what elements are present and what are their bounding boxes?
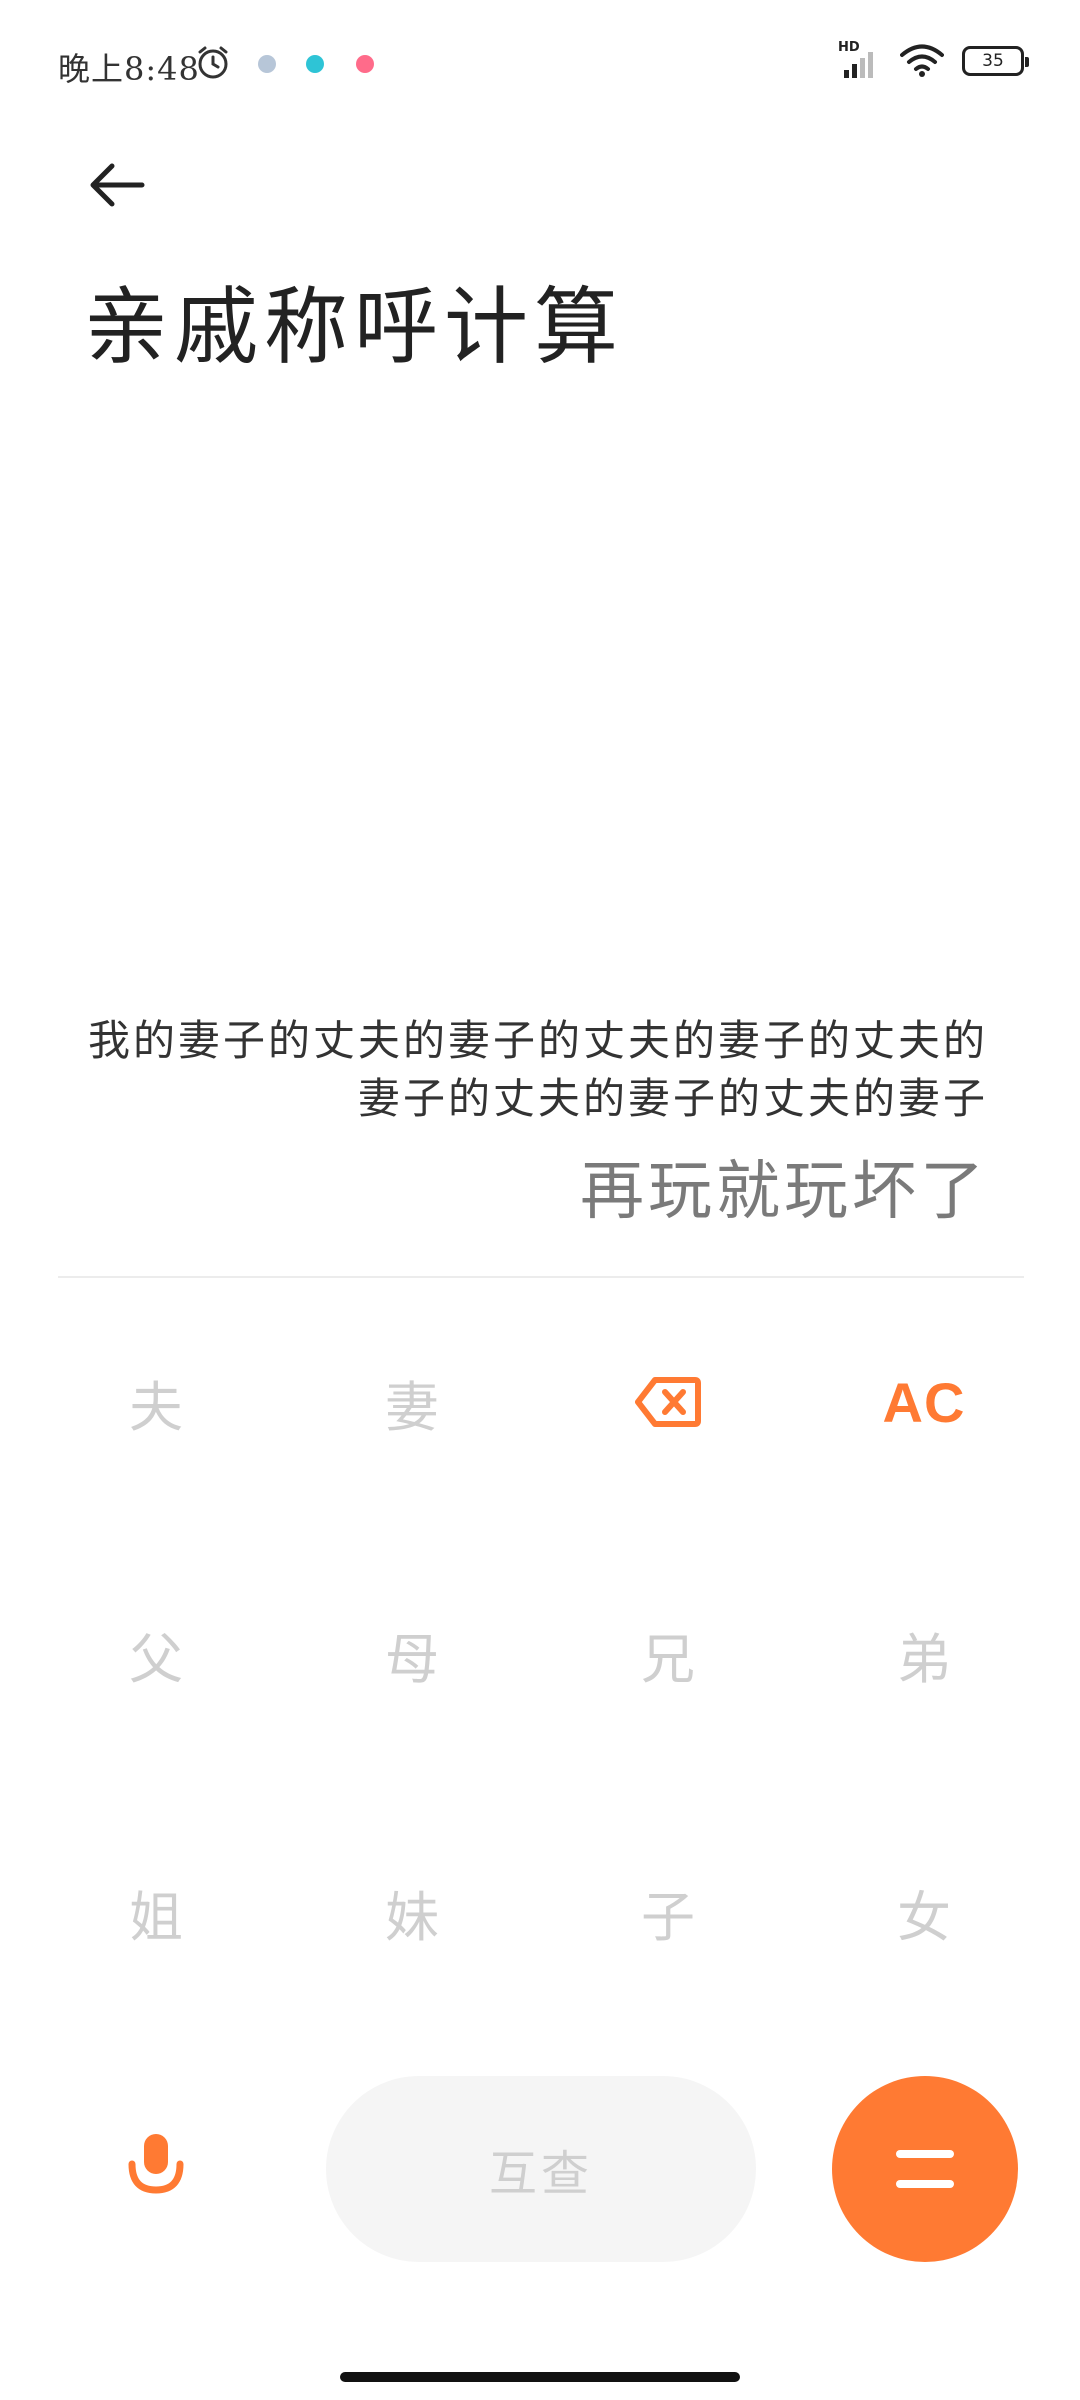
all-clear-button[interactable]: AC bbox=[824, 1342, 1024, 1462]
status-bar: 晚上8:48 HD 35 bbox=[0, 0, 1080, 130]
signal-icon: HD bbox=[838, 40, 882, 80]
key-elder-sister[interactable]: 姐 bbox=[56, 1852, 256, 1972]
notification-icon-3 bbox=[356, 55, 374, 73]
mutual-check-button[interactable]: 互查 bbox=[326, 2076, 756, 2262]
backspace-icon bbox=[635, 1377, 701, 1427]
status-right: HD 35 bbox=[838, 40, 1029, 80]
result-display: 再玩就玩坏了 bbox=[580, 1155, 988, 1229]
notification-icon-1 bbox=[258, 55, 276, 73]
notification-icon-2 bbox=[306, 55, 324, 73]
key-son[interactable]: 子 bbox=[568, 1852, 768, 1972]
key-elder-brother[interactable]: 兄 bbox=[568, 1594, 768, 1714]
alarm-icon bbox=[198, 46, 228, 79]
page-title: 亲戚称呼计算 bbox=[84, 278, 625, 376]
voice-input-button[interactable] bbox=[108, 2120, 204, 2216]
status-time: 晚上8:48 bbox=[58, 50, 200, 88]
key-father[interactable]: 父 bbox=[56, 1594, 256, 1714]
key-wife[interactable]: 妻 bbox=[312, 1342, 512, 1462]
expression-display: 我的妻子的丈夫的妻子的丈夫的妻子的丈夫的妻子的丈夫的妻子的丈夫的妻子 bbox=[88, 1016, 989, 1123]
home-indicator[interactable] bbox=[340, 2372, 740, 2382]
battery-indicator: 35 bbox=[962, 46, 1029, 76]
key-mother[interactable]: 母 bbox=[312, 1594, 512, 1714]
key-daughter[interactable]: 女 bbox=[824, 1852, 1024, 1972]
key-husband[interactable]: 夫 bbox=[56, 1342, 256, 1462]
key-younger-brother[interactable]: 弟 bbox=[824, 1594, 1024, 1714]
equals-icon-top bbox=[896, 2150, 954, 2158]
backspace-button[interactable] bbox=[568, 1342, 768, 1462]
equals-icon-bottom bbox=[896, 2180, 954, 2188]
wifi-icon bbox=[900, 44, 944, 77]
display-divider bbox=[58, 1276, 1024, 1278]
equals-button[interactable] bbox=[832, 2076, 1018, 2262]
back-arrow-icon[interactable] bbox=[82, 150, 152, 220]
key-younger-sister[interactable]: 妹 bbox=[312, 1852, 512, 1972]
microphone-icon bbox=[128, 2134, 184, 2194]
